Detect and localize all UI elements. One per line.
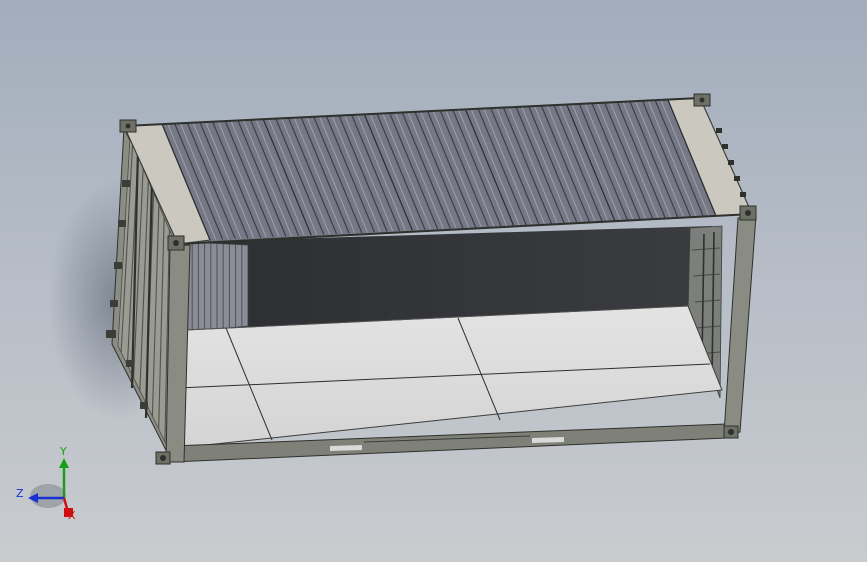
z-axis-label: Z [16,487,24,500]
y-axis-arrowhead [59,458,69,468]
x-axis-label: X [68,509,76,522]
graphics-viewport[interactable]: Y Z X [0,0,867,562]
coordinate-triad [28,458,73,517]
y-axis-label: Y [60,445,67,458]
